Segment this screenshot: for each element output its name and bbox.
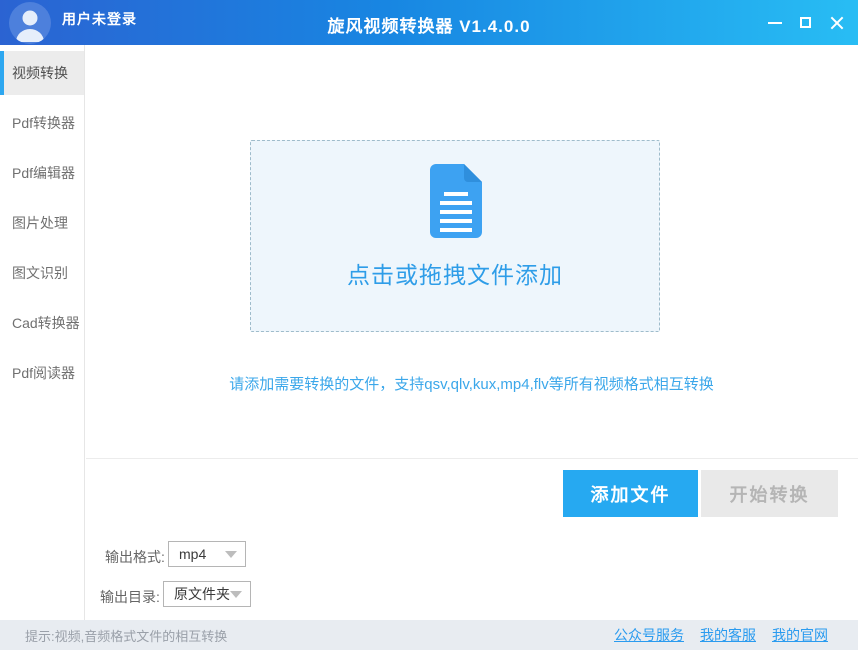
minimize-button[interactable] bbox=[759, 0, 790, 45]
sidebar-item-ocr[interactable]: 图文识别 bbox=[0, 251, 84, 295]
output-dir-select[interactable]: 原文件夹 bbox=[163, 581, 251, 607]
minimize-icon bbox=[767, 21, 782, 24]
chevron-down-icon bbox=[225, 550, 237, 558]
add-file-button[interactable]: 添加文件 bbox=[563, 470, 698, 517]
window-title: 旋风视频转换器 V1.4.0.0 bbox=[327, 17, 531, 36]
output-format-value: mp4 bbox=[179, 546, 207, 562]
link-my-customer-service[interactable]: 我的客服 bbox=[700, 625, 756, 645]
sidebar-item-image-processing[interactable]: 图片处理 bbox=[0, 201, 84, 245]
status-bar: 提示:视频,音频格式文件的相互转换 公众号服务 我的客服 我的官网 bbox=[0, 620, 858, 650]
sidebar: 视频转换 Pdf转换器 Pdf编辑器 图片处理 图文识别 Cad转换器 Pdf阅… bbox=[0, 45, 85, 620]
format-hint-text: 请添加需要转换的文件，支持qsv,qlv,kux,mp4,flv等所有视频格式相… bbox=[229, 376, 714, 393]
document-file-icon bbox=[430, 164, 482, 238]
link-official-account-service[interactable]: 公众号服务 bbox=[614, 625, 684, 645]
file-drop-zone[interactable]: 点击或拖拽文件添加 bbox=[250, 140, 660, 332]
sidebar-item-video-convert[interactable]: 视频转换 bbox=[0, 51, 84, 95]
link-my-official-site[interactable]: 我的官网 bbox=[772, 625, 828, 645]
sidebar-item-pdf-converter[interactable]: Pdf转换器 bbox=[0, 101, 84, 145]
sidebar-item-pdf-editor[interactable]: Pdf编辑器 bbox=[0, 151, 84, 195]
close-button[interactable] bbox=[821, 0, 852, 45]
start-convert-button[interactable]: 开始转换 bbox=[701, 470, 838, 517]
sidebar-item-cad-converter[interactable]: Cad转换器 bbox=[0, 301, 84, 345]
maximize-icon bbox=[800, 17, 811, 28]
output-format-select[interactable]: mp4 bbox=[168, 541, 246, 567]
close-icon bbox=[830, 16, 844, 30]
maximize-button[interactable] bbox=[790, 0, 821, 45]
title-bar: 用户未登录 旋风视频转换器 V1.4.0.0 bbox=[0, 0, 858, 45]
section-divider bbox=[86, 458, 858, 459]
output-dir-label: 输出目录: bbox=[100, 589, 160, 605]
status-tip-text: 提示:视频,音频格式文件的相互转换 bbox=[25, 628, 228, 644]
sidebar-item-pdf-reader[interactable]: Pdf阅读器 bbox=[0, 351, 84, 395]
output-format-label: 输出格式: bbox=[105, 549, 165, 565]
output-dir-value: 原文件夹 bbox=[174, 586, 230, 602]
window-controls bbox=[759, 0, 852, 45]
chevron-down-icon bbox=[230, 590, 242, 598]
dropzone-label: 点击或拖拽文件添加 bbox=[347, 262, 563, 288]
status-links: 公众号服务 我的客服 我的官网 bbox=[614, 625, 828, 645]
